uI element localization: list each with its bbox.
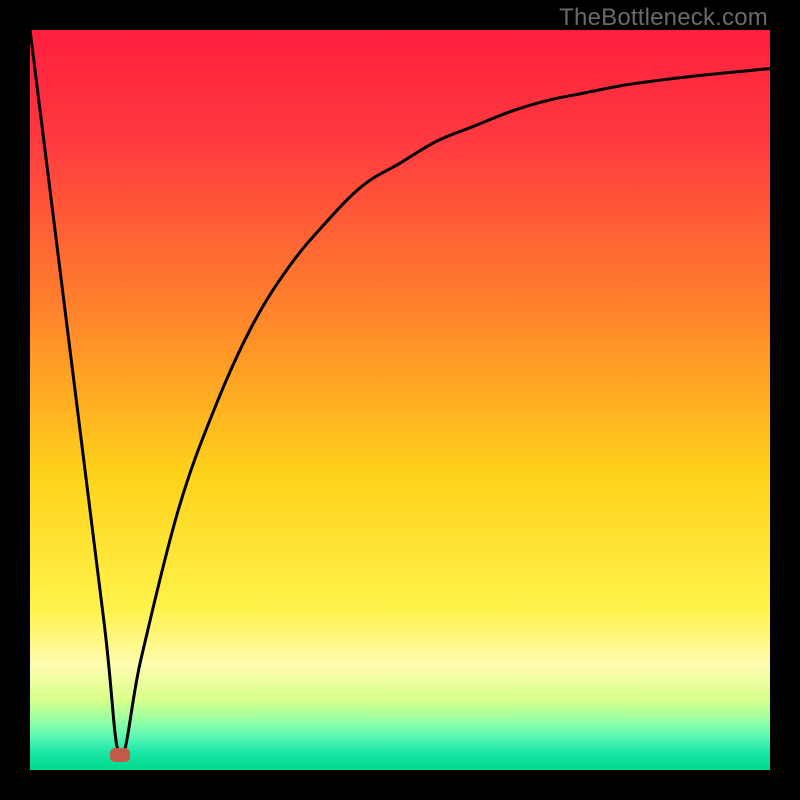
chart-frame: TheBottleneck.com (0, 0, 800, 800)
optimal-point-marker (110, 748, 130, 762)
curve-layer (30, 30, 770, 770)
watermark-text: TheBottleneck.com (559, 4, 768, 32)
plot-area (30, 30, 770, 770)
bottleneck-curve (30, 30, 770, 756)
